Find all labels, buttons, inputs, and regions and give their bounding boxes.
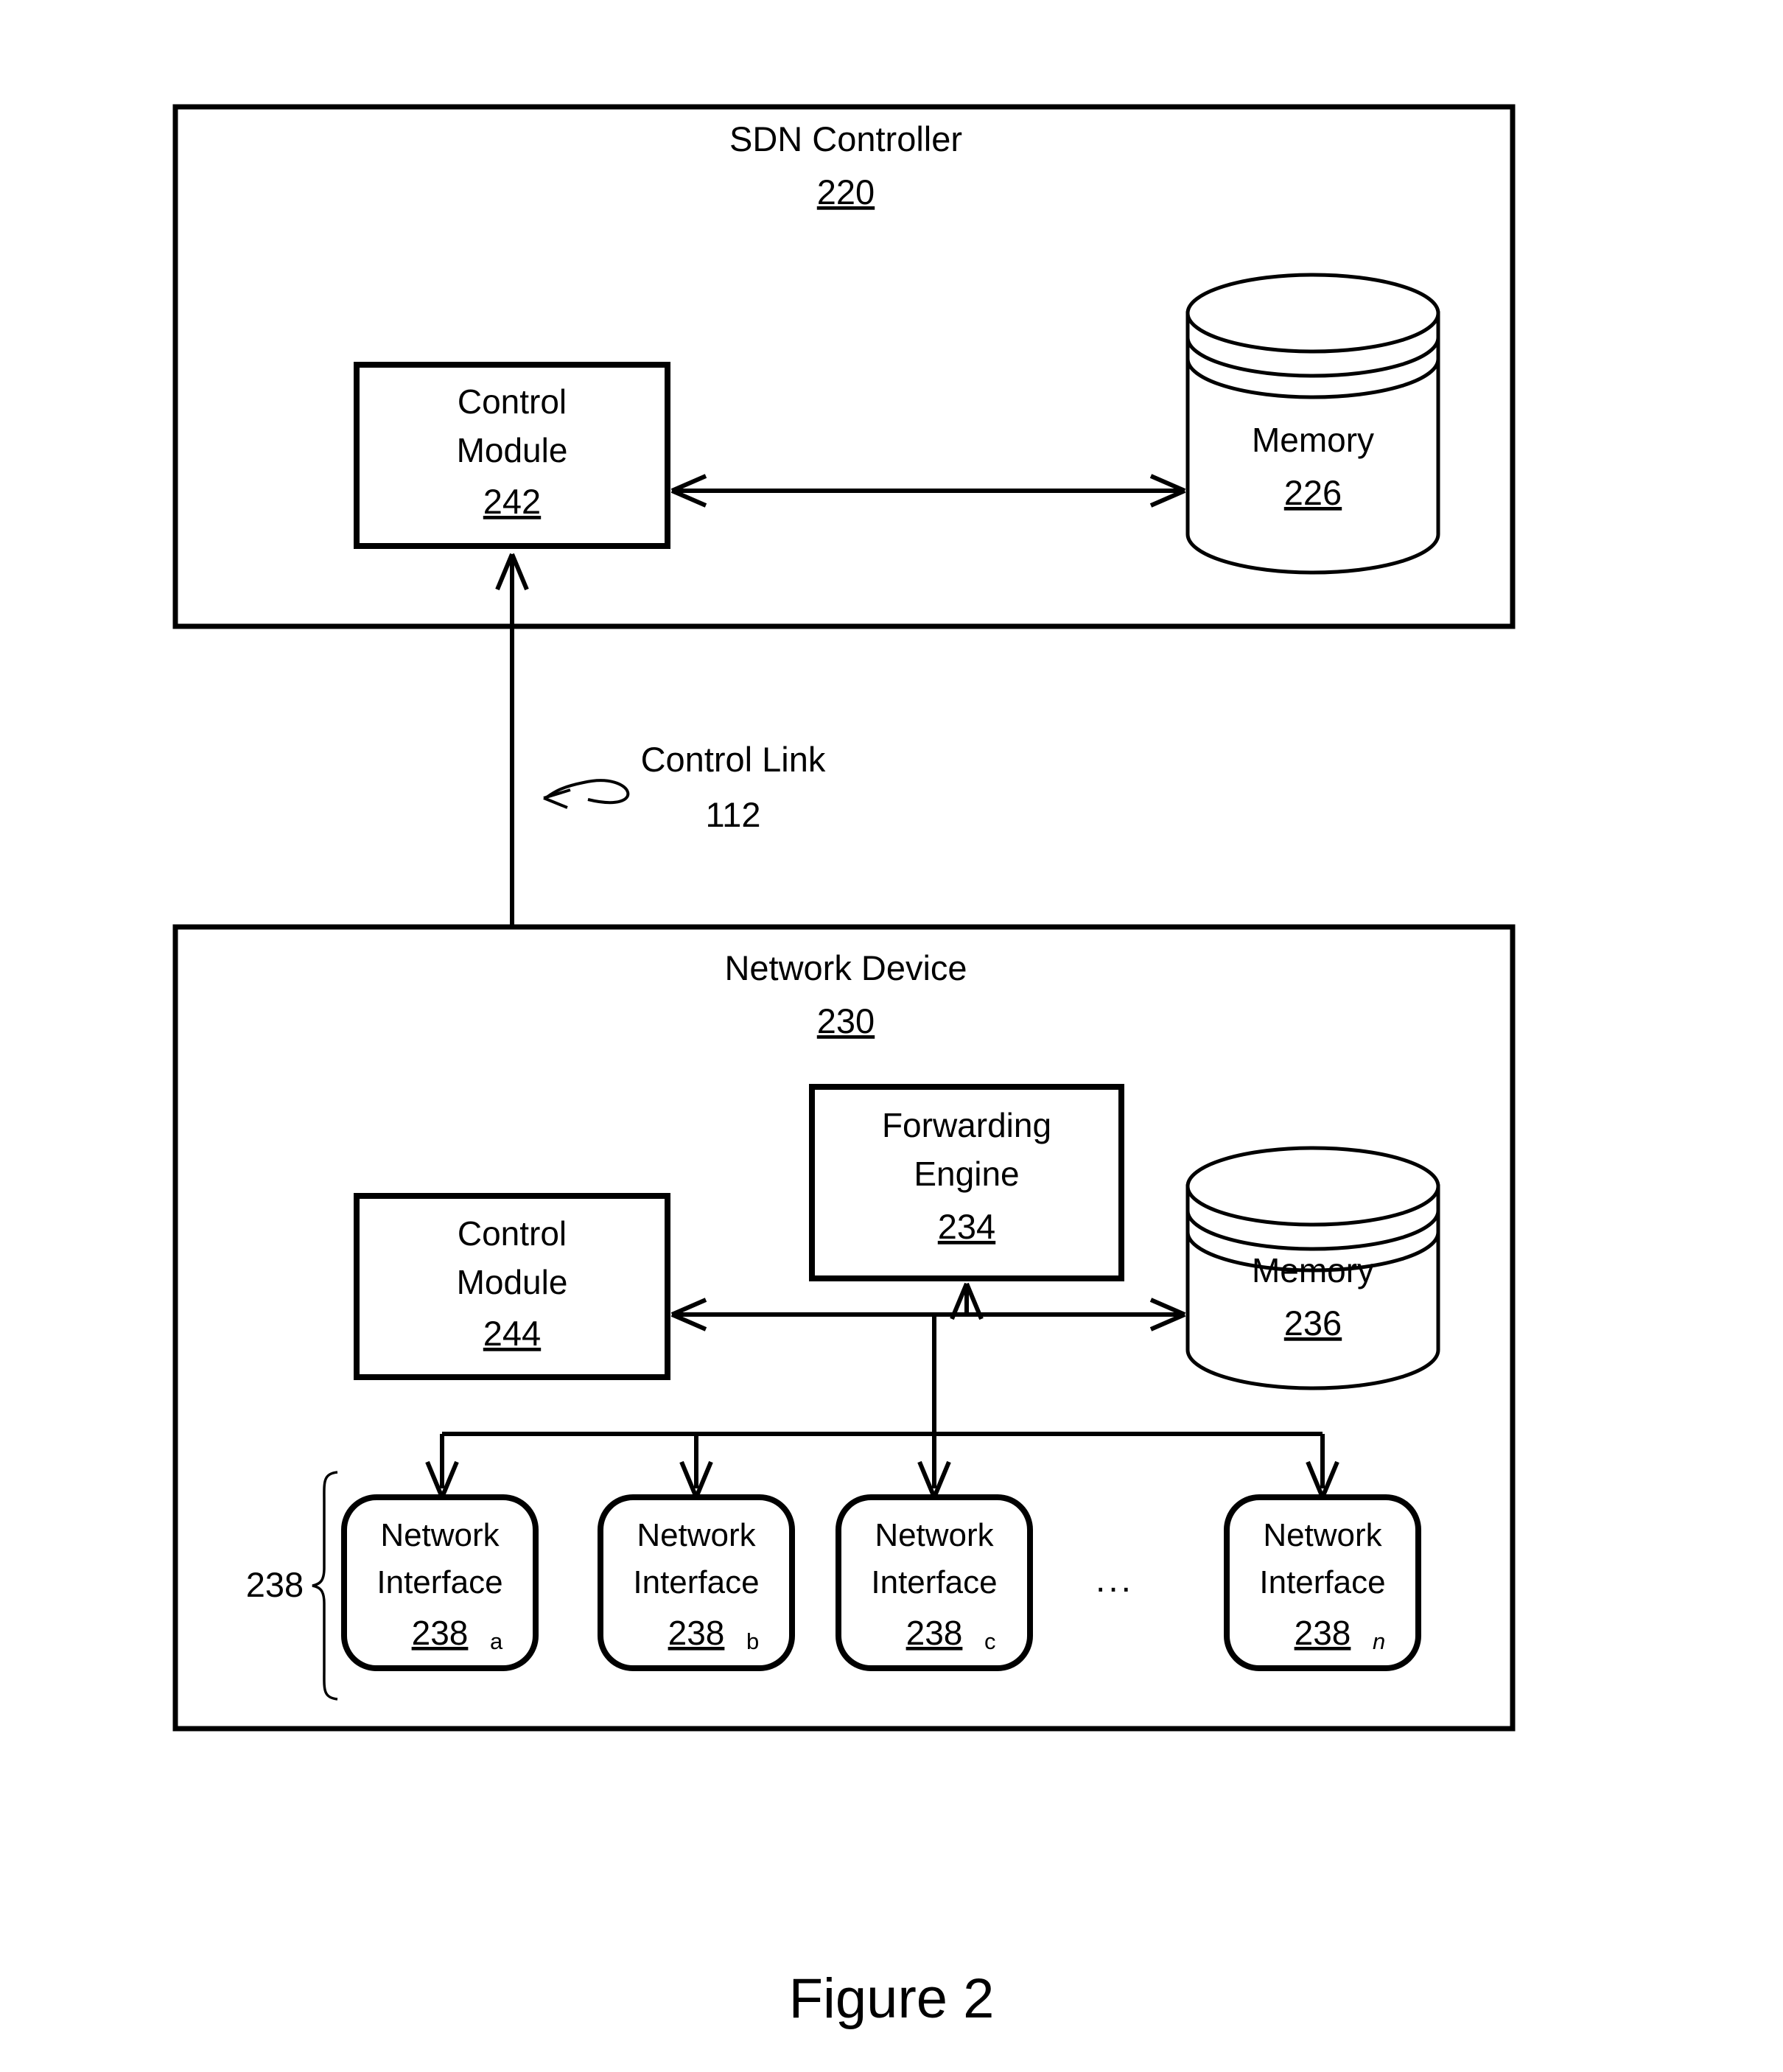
patent-figure-2: SDN Controller 220 Control Module 242 Me… bbox=[0, 0, 1783, 2072]
network-device-title: Network Device bbox=[724, 948, 967, 987]
interface-line1: Network bbox=[1263, 1517, 1382, 1553]
interface-group-ref: 238 bbox=[246, 1565, 304, 1604]
sdn-control-module-line1: Control bbox=[458, 382, 567, 421]
sdn-memory-label: Memory bbox=[1252, 421, 1374, 459]
network-interface-item: Network Interface 238 n bbox=[1224, 1494, 1421, 1671]
interface-line2: Interface bbox=[376, 1564, 502, 1600]
figure-caption: Figure 2 bbox=[789, 1967, 995, 2030]
forwarding-engine-ref: 234 bbox=[938, 1207, 995, 1246]
sdn-memory-ref: 226 bbox=[1284, 473, 1342, 512]
nd-memory-ref: 236 bbox=[1284, 1303, 1342, 1343]
network-interface-item: Network Interface 238 c bbox=[836, 1494, 1033, 1671]
interface-subscript: b bbox=[746, 1628, 759, 1654]
interface-line1: Network bbox=[637, 1517, 756, 1553]
sdn-controller-ref: 220 bbox=[817, 172, 875, 211]
sdn-control-module-line2: Module bbox=[457, 431, 568, 469]
nd-memory-cylinder: Memory 236 bbox=[1185, 1146, 1440, 1390]
interface-subscript: a bbox=[490, 1628, 503, 1654]
control-link-leader-arrow bbox=[543, 779, 630, 809]
interface-line2: Interface bbox=[871, 1564, 997, 1600]
interface-subscript: c bbox=[984, 1628, 996, 1654]
nd-control-module-line1: Control bbox=[458, 1214, 567, 1253]
forwarding-engine-line1: Forwarding bbox=[882, 1106, 1051, 1144]
interface-ref: 238 bbox=[906, 1614, 963, 1652]
control-link-ref: 112 bbox=[706, 795, 761, 834]
nd-memory-label: Memory bbox=[1252, 1251, 1374, 1289]
figure-diagram-svg: SDN Controller 220 Control Module 242 Me… bbox=[172, 104, 1516, 2030]
interface-ellipsis: ... bbox=[1096, 1561, 1134, 1600]
interface-ref: 238 bbox=[1295, 1614, 1351, 1652]
network-interface-item: Network Interface 238 b bbox=[598, 1494, 795, 1671]
interface-line1: Network bbox=[875, 1517, 994, 1553]
control-link-label: Control Link bbox=[641, 740, 826, 779]
interface-line1: Network bbox=[380, 1517, 500, 1553]
network-device-ref: 230 bbox=[817, 1001, 875, 1040]
sdn-memory-cylinder: Memory 226 bbox=[1185, 273, 1440, 575]
interface-line2: Interface bbox=[1259, 1564, 1385, 1600]
forwarding-engine-line2: Engine bbox=[914, 1155, 1019, 1193]
network-interface-item: Network Interface 238 a bbox=[341, 1494, 539, 1671]
nd-control-module-line2: Module bbox=[457, 1263, 568, 1301]
nd-control-module-ref: 244 bbox=[483, 1314, 541, 1353]
interface-ref: 238 bbox=[668, 1614, 725, 1652]
interface-ref: 238 bbox=[412, 1614, 469, 1652]
sdn-controller-title: SDN Controller bbox=[729, 119, 962, 158]
interface-subscript: n bbox=[1373, 1628, 1385, 1654]
interface-line2: Interface bbox=[633, 1564, 759, 1600]
sdn-control-module-ref: 242 bbox=[483, 482, 541, 521]
